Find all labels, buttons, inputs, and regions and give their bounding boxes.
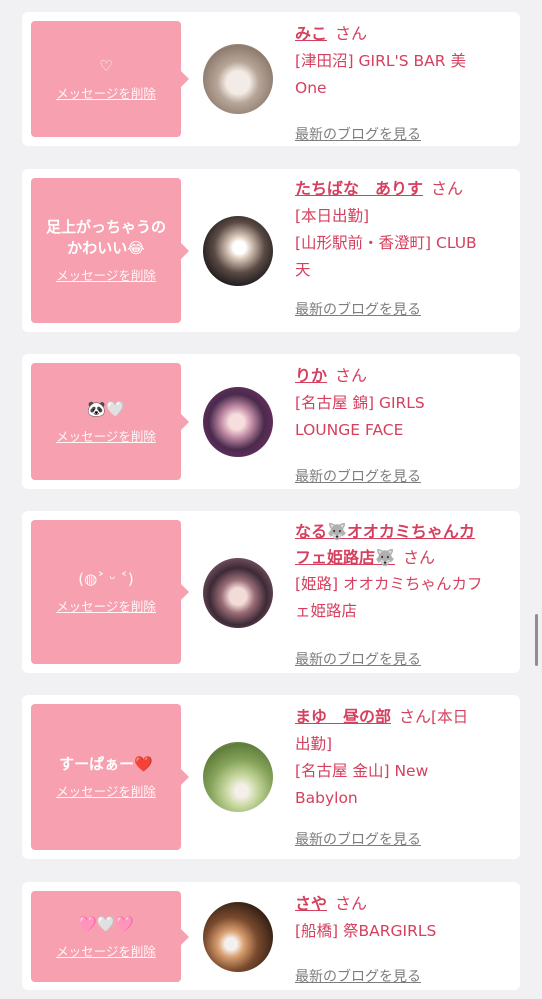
message-bubble: (◍˃ ᵕ ˂) メッセージを削除	[31, 520, 189, 664]
shop-line: 天	[295, 261, 311, 279]
avatar[interactable]	[203, 558, 273, 628]
cast-name-link[interactable]: なる🐺オオカミちゃんカ	[295, 522, 475, 541]
message-bubble: 🩷🤍🩷 メッセージを削除	[31, 891, 189, 982]
latest-blog-link[interactable]: 最新のブログを見る	[295, 124, 421, 144]
cast-name-link[interactable]: みこ	[295, 24, 327, 43]
message-text: (◍˃ ᵕ ˂)	[78, 570, 134, 588]
avatar[interactable]	[203, 216, 273, 286]
message-text: 🩷🤍🩷	[77, 914, 135, 933]
message-card: すーぱぁー❤️ メッセージを削除 まゆ 昼の部 さん[本日 出勤] [名古屋 金山…	[22, 695, 520, 859]
latest-blog-link[interactable]: 最新のブログを見る	[295, 829, 421, 849]
shop-line: LOUNGE FACE	[295, 421, 404, 439]
delete-message-button[interactable]: メッセージを削除	[56, 265, 156, 284]
avatar[interactable]	[203, 742, 273, 812]
message-bubble: 足上がっちゃうのかわいい😂 メッセージを削除	[31, 178, 189, 323]
delete-message-button[interactable]: メッセージを削除	[56, 426, 156, 445]
shop-line: One	[295, 79, 327, 97]
shop-line: ェ姫路店	[295, 602, 358, 620]
shop-line: [本日	[431, 708, 469, 726]
message-bubble: すーぱぁー❤️ メッセージを削除	[31, 704, 189, 850]
shop-line: [船橋] 祭BARGIRLS	[295, 922, 437, 940]
honorific: さん	[335, 366, 368, 385]
shop-line: [名古屋 錦] GIRLS	[295, 394, 425, 412]
avatar[interactable]	[203, 44, 273, 114]
cast-name-link[interactable]: さや	[295, 894, 327, 913]
message-text: ♡	[99, 57, 113, 75]
shop-line: [津田沼] GIRL'S BAR 美	[295, 52, 466, 70]
delete-message-button[interactable]: メッセージを削除	[56, 941, 156, 960]
delete-message-button[interactable]: メッセージを削除	[56, 83, 156, 102]
shop-line: Babylon	[295, 789, 358, 807]
message-card: 🩷🤍🩷 メッセージを削除 さや さん [船橋] 祭BARGIRLS 最新のブログを…	[22, 882, 520, 990]
latest-blog-link[interactable]: 最新のブログを見る	[295, 299, 421, 319]
latest-blog-link[interactable]: 最新のブログを見る	[295, 649, 421, 669]
message-bubble: ♡ メッセージを削除	[31, 21, 189, 137]
message-card: (◍˃ ᵕ ˂) メッセージを削除 なる🐺オオカミちゃんカ フェ姫路店🐺 さん […	[22, 511, 520, 673]
message-text: 足上がっちゃうのかわいい😂	[45, 218, 166, 257]
shop-line: [姫路] オオカミちゃんカフ	[295, 575, 483, 593]
shop-line: [本日出勤]	[295, 207, 370, 225]
honorific: さん	[399, 707, 432, 726]
cast-name-link[interactable]: フェ姫路店🐺	[295, 548, 395, 567]
scrollbar[interactable]	[535, 614, 538, 666]
cast-name-link[interactable]: りか	[295, 366, 327, 385]
message-text: すーぱぁー❤️	[59, 755, 153, 773]
cast-name-link[interactable]: たちばな ありす	[295, 179, 423, 198]
shop-line: [名古屋 金山] New	[295, 762, 429, 780]
avatar[interactable]	[203, 902, 273, 972]
honorific: さん	[402, 548, 435, 567]
delete-message-button[interactable]: メッセージを削除	[56, 596, 156, 615]
delete-message-button[interactable]: メッセージを削除	[56, 781, 156, 800]
latest-blog-link[interactable]: 最新のブログを見る	[295, 466, 421, 486]
latest-blog-link[interactable]: 最新のブログを見る	[295, 966, 421, 986]
honorific: さん	[335, 894, 368, 913]
message-card: 🐼🤍 メッセージを削除 りか さん [名古屋 錦] GIRLS LOUNGE FA…	[22, 354, 520, 489]
message-bubble: 🐼🤍 メッセージを削除	[31, 363, 189, 480]
message-card: 足上がっちゃうのかわいい😂 メッセージを削除 たちばな ありす さん [本日出勤]…	[22, 169, 520, 332]
shop-line: [山形駅前・香澄町] CLUB	[295, 234, 477, 252]
cast-name-link[interactable]: まゆ 昼の部	[295, 707, 391, 726]
honorific: さん	[335, 24, 368, 43]
avatar[interactable]	[203, 387, 273, 457]
honorific: さん	[431, 179, 464, 198]
message-card: ♡ メッセージを削除 みこ さん [津田沼] GIRL'S BAR 美 One 最…	[22, 12, 520, 146]
shop-line: 出勤]	[295, 735, 333, 753]
message-text: 🐼🤍	[87, 399, 125, 418]
